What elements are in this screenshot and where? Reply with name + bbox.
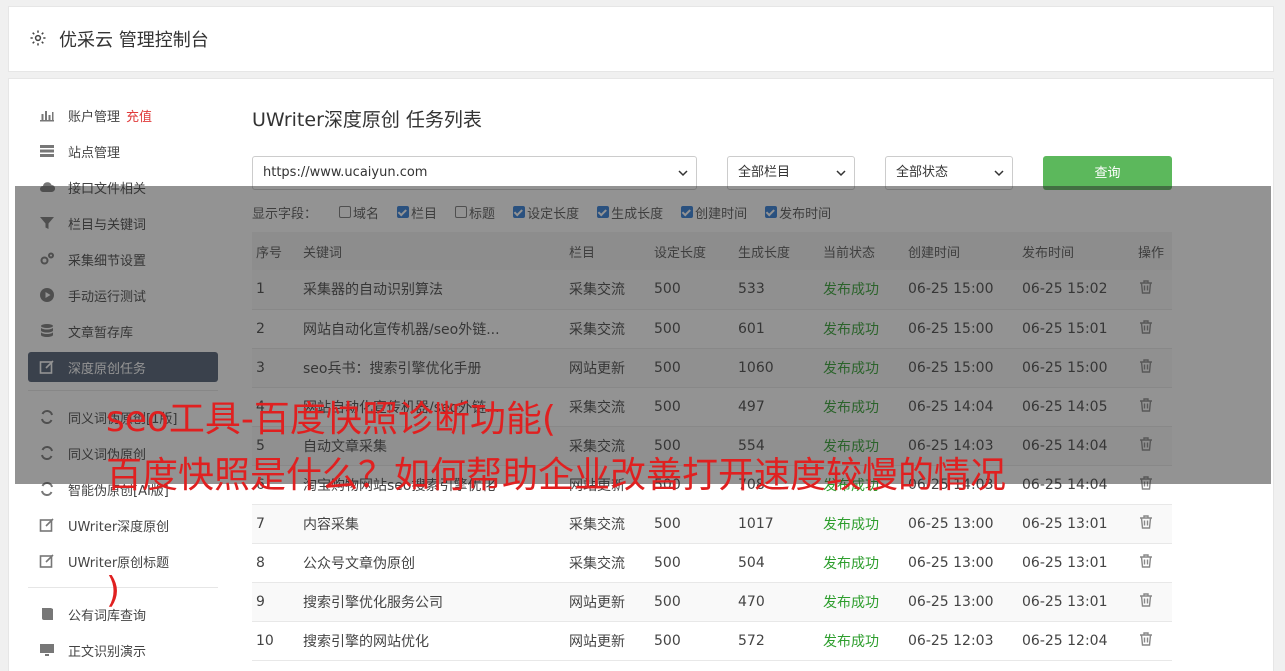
table-cell: 500 <box>654 632 681 649</box>
query-button[interactable]: 查询 <box>1043 156 1172 190</box>
trash-icon[interactable] <box>1138 514 1154 530</box>
table-cell: 470 <box>738 593 765 610</box>
table-cell: 搜索引擎优化服务公司 <box>303 594 443 611</box>
status-select[interactable]: 全部状态 <box>885 156 1013 190</box>
main-content: UWriter深度原创 任务列表 https://www.ucaiyun.com… <box>252 100 1172 660</box>
status-select-value: 全部状态 <box>896 165 949 180</box>
status-cell: 发布成功 <box>823 633 879 650</box>
page-title: UWriter深度原创 任务列表 <box>252 109 482 131</box>
monitor-icon <box>38 641 56 659</box>
table-row: 10 搜索引擎的网站优化 网站更新 500 572 发布成功 06-25 12:03 06-2… <box>252 621 1172 660</box>
site-select[interactable]: https://www.ucaiyun.com <box>252 156 697 190</box>
book-icon <box>38 605 56 623</box>
sidebar-item-text-recognition[interactable]: 正文识别演示 <box>28 632 218 668</box>
column-select[interactable]: 全部栏目 <box>727 156 855 190</box>
table-row: 8 公众号文章伪原创 采集交流 500 504 发布成功 06-25 13:00 06-25 … <box>252 543 1172 582</box>
table-row: 7 内容采集 采集交流 500 1017 发布成功 06-25 13:00 06-25 13:… <box>252 504 1172 543</box>
sidebar-item-uwriter-title[interactable]: UWriter原创标题 <box>28 543 218 579</box>
action-cell <box>1134 504 1172 543</box>
table-cell: 搜索引擎的网站优化 <box>303 633 429 650</box>
sidebar-item-label: 账户管理 <box>68 109 121 125</box>
edit-icon <box>38 516 56 534</box>
table-row: 9 搜索引擎优化服务公司 网站更新 500 470 发布成功 06-25 13:00 06-2… <box>252 582 1172 621</box>
chevron-down-icon <box>836 170 846 177</box>
table-cell: 7 <box>256 515 265 532</box>
filter-bar: https://www.ucaiyun.com 全部栏目 全部状态 查询 <box>252 156 1172 190</box>
table-cell: 500 <box>654 515 681 532</box>
action-cell <box>1134 582 1172 621</box>
bar-chart-icon <box>38 106 56 124</box>
table-cell: 500 <box>654 554 681 571</box>
table-cell: 06-25 13:00 <box>908 554 994 571</box>
status-cell: 发布成功 <box>823 594 879 611</box>
banner-text-line3: ) <box>106 570 121 611</box>
trash-icon[interactable] <box>1138 553 1154 569</box>
action-cell <box>1134 543 1172 582</box>
sidebar-item-uwriter-deep[interactable]: UWriter深度原创 <box>28 507 218 543</box>
table-cell: 06-25 13:01 <box>1022 593 1108 610</box>
table-cell: 采集交流 <box>569 555 625 572</box>
table-cell: 10 <box>256 632 274 649</box>
table-cell: 公众号文章伪原创 <box>303 555 415 572</box>
sidebar-item-label: UWriter深度原创 <box>68 519 170 535</box>
table-cell: 572 <box>738 632 765 649</box>
table-cell: 504 <box>738 554 765 571</box>
status-cell: 发布成功 <box>823 516 879 533</box>
table-cell: 06-25 13:01 <box>1022 515 1108 532</box>
server-icon <box>38 142 56 160</box>
chevron-down-icon <box>678 170 688 177</box>
site-select-value: https://www.ucaiyun.com <box>263 165 428 180</box>
trash-icon[interactable] <box>1138 592 1154 608</box>
sidebar-item-label: 站点管理 <box>68 145 121 161</box>
status-cell: 发布成功 <box>823 555 879 572</box>
edit-icon <box>38 552 56 570</box>
table-cell: 8 <box>256 554 265 571</box>
table-cell: 06-25 13:01 <box>1022 554 1108 571</box>
banner-text-line1: seo工具-百度快照诊断功能( <box>106 399 556 440</box>
app-title: 优采云 管理控制台 <box>59 30 209 51</box>
sidebar-item-label: 正文识别演示 <box>68 644 147 660</box>
sidebar-item-public-dictionary[interactable]: 公有词库查询 <box>28 596 218 632</box>
table-cell: 采集交流 <box>569 516 625 533</box>
chevron-down-icon <box>994 170 1004 177</box>
recharge-link[interactable]: 充值 <box>126 106 152 125</box>
action-cell <box>1134 621 1172 660</box>
sidebar-divider <box>28 587 218 588</box>
sidebar-item-account[interactable]: 账户管理 充值 <box>28 97 218 133</box>
sidebar-item-sites[interactable]: 站点管理 <box>28 133 218 169</box>
top-header: 优采云 管理控制台 <box>8 6 1274 72</box>
column-select-value: 全部栏目 <box>738 165 791 180</box>
table-cell: 内容采集 <box>303 516 359 533</box>
table-cell: 06-25 13:00 <box>908 515 994 532</box>
sidebar-item-label: UWriter原创标题 <box>68 555 170 571</box>
table-cell: 9 <box>256 593 265 610</box>
table-cell: 500 <box>654 593 681 610</box>
banner-text-line2: 百度快照是什么？如何帮助企业改善打开速度较慢的情况 <box>106 455 1007 496</box>
table-cell: 1017 <box>738 515 774 532</box>
table-cell: 06-25 12:03 <box>908 632 994 649</box>
trash-icon[interactable] <box>1138 631 1154 647</box>
table-cell: 网站更新 <box>569 633 625 650</box>
table-cell: 06-25 13:00 <box>908 593 994 610</box>
table-cell: 网站更新 <box>569 594 625 611</box>
gear-icon <box>30 30 46 46</box>
table-cell: 06-25 12:04 <box>1022 632 1108 649</box>
